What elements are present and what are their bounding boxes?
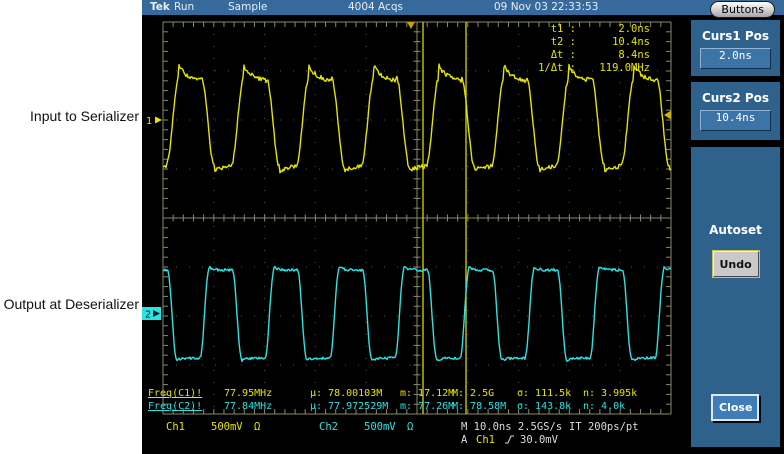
delta-t-value: 8.4ns [576, 49, 650, 62]
ch1-label: Ch1 [166, 421, 185, 433]
sampling-readout: IT 200ps/pt [569, 421, 639, 433]
meas-sigma: σ: 111.5k [517, 388, 571, 399]
undo-button[interactable]: Undo [713, 251, 759, 277]
autoset-label: Autoset [691, 147, 780, 237]
ch2-scale: 500mV [364, 421, 396, 433]
curs1-pos-value[interactable]: 2.0ns [700, 48, 771, 69]
tek-logo: Tek [150, 1, 170, 13]
cursor-readout: t1 :2.0ns t2 :10.4ns Δt :8.4ns 1/Δt :119… [518, 23, 650, 75]
measurement-row-ch2: Freq(C2)! 77.84MHz μ: 77.972529M m: 77.2… [142, 401, 688, 414]
oscilloscope: Tek Run Sample 4004 Acqs 09 Nov 03 22:33… [142, 0, 784, 454]
meas-name: Freq(C2)! [148, 401, 202, 412]
ch2-label: Ch2 [319, 421, 338, 433]
meas-min: m: 17.12M [400, 388, 454, 399]
datetime-display: 09 Nov 03 22:33:53 [494, 1, 598, 13]
curs1-panel: Curs1 Pos 2.0ns [691, 20, 780, 76]
t2-value: 10.4ns [576, 36, 650, 49]
rising-edge-icon [504, 434, 515, 445]
meas-max: M: 78.58M [452, 401, 506, 412]
ch2-marker-label: 2 [145, 310, 151, 321]
meas-min: m: 77.26M [400, 401, 454, 412]
graticule: 12 [142, 15, 688, 452]
inv-delta-t-value: 119.0MHz [576, 62, 650, 75]
trigger-prefix: A [461, 434, 467, 446]
channel-bar: Ch1 500mV Ω Ch2 500mV Ω M 10.0ns 2.5GS/s… [142, 421, 688, 434]
close-button[interactable]: Close [711, 394, 759, 421]
acq-count: 4004 Acqs [348, 1, 403, 13]
trigger-position-marker[interactable] [407, 22, 415, 29]
acq-mode: Sample [228, 1, 267, 13]
inv-delta-t-label: 1/Δt : [518, 62, 576, 75]
ch1-coupling: Ω [254, 421, 260, 433]
curs2-panel: Curs2 Pos 10.4ns [691, 82, 780, 140]
t2-label: t2 : [518, 36, 576, 49]
meas-mean: μ: 77.972529M [310, 401, 388, 412]
meas-max: M: 2.5G [452, 388, 494, 399]
ch1-marker-arrow-icon [155, 117, 162, 124]
ch1-marker[interactable]: 1 [146, 116, 152, 127]
meas-freq: 77.84MHz [224, 401, 272, 412]
meas-mean: μ: 78.00103M [310, 388, 382, 399]
ch2-coupling: Ω [407, 421, 413, 433]
trigger-level-arrow[interactable] [664, 111, 671, 120]
trigger-level: 30.0mV [520, 434, 558, 446]
t1-label: t1 : [518, 23, 576, 36]
trigger-source: Ch1 [476, 434, 495, 446]
curs2-pos-label: Curs2 Pos [691, 82, 780, 105]
autoset-panel: Autoset Undo Close [691, 147, 780, 447]
ch2-annotation: Output at Deserializer [0, 296, 139, 312]
ch1-annotation: Input to Serializer [0, 108, 139, 124]
meas-count: n: 3.995k [583, 388, 637, 399]
timebase-readout: M 10.0ns 2.5GS/s [461, 421, 562, 433]
titlebar: Tek Run Sample 4004 Acqs 09 Nov 03 22:33… [142, 0, 784, 15]
ch1-scale: 500mV [211, 421, 243, 433]
meas-count: n: 4.0k [583, 401, 625, 412]
trigger-bar: A Ch1 30.0mV [142, 434, 688, 447]
curs2-pos-value[interactable]: 10.4ns [700, 110, 771, 131]
measurement-row-ch1: Freq(C1)! 77.95MHz μ: 78.00103M m: 17.12… [142, 388, 688, 401]
delta-t-label: Δt : [518, 49, 576, 62]
acq-state: Run [174, 1, 194, 13]
curs1-pos-label: Curs1 Pos [691, 20, 780, 43]
buttons-button[interactable]: Buttons [710, 1, 775, 18]
t1-value: 2.0ns [576, 23, 650, 36]
meas-freq: 77.95MHz [224, 388, 272, 399]
scope-screen: 12 t1 :2.0ns t2 :10.4ns Δt :8.4ns 1/Δt :… [142, 15, 688, 452]
meas-name: Freq(C1)! [148, 388, 202, 399]
meas-sigma: σ: 143.8k [517, 401, 571, 412]
